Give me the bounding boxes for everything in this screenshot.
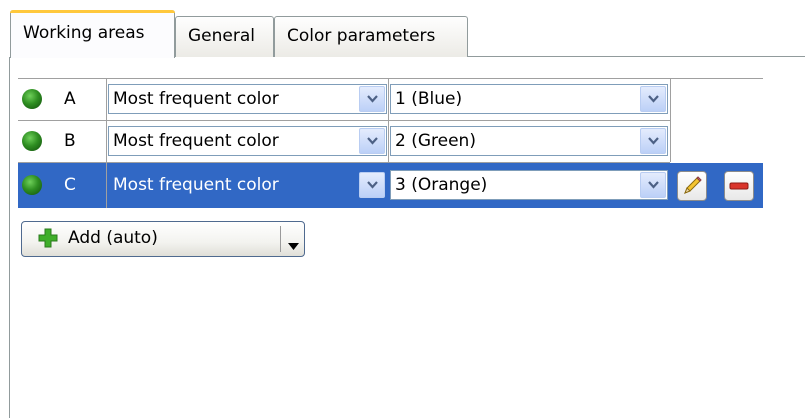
color-select[interactable]: 3 (Orange) [390,170,668,200]
chevron-down-icon[interactable] [640,86,666,112]
color-select-value: 1 (Blue) [395,89,463,109]
mode-select[interactable]: Most frequent color [108,126,387,156]
tab-label: General [188,26,255,46]
tab-working-areas[interactable]: Working areas [10,10,175,58]
mode-select-value: Most frequent color [113,131,279,151]
tab-color-parameters[interactable]: Color parameters [274,16,468,57]
area-row-b[interactable]: B Most frequent color 2 (Green) [18,121,763,162]
area-row-a[interactable]: A Most frequent color 1 (Blue) [18,79,763,120]
mode-select[interactable]: Most frequent color [108,170,387,200]
area-letter: B [64,131,76,151]
tab-label: Color parameters [287,26,436,46]
area-letter: A [64,89,76,109]
color-select-value: 3 (Orange) [395,175,488,195]
chevron-down-icon[interactable] [359,172,385,198]
area-letter: C [64,175,76,195]
chevron-down-icon[interactable] [359,128,385,154]
status-led-icon [22,175,42,195]
mode-select[interactable]: Most frequent color [108,84,387,114]
column-divider [388,79,389,162]
split-separator [280,226,281,252]
chevron-down-icon[interactable] [640,172,666,198]
area-label-cell: A [18,79,107,120]
mode-select-value: Most frequent color [113,171,279,199]
add-area-button[interactable]: Add (auto) [21,221,305,257]
color-select[interactable]: 2 (Green) [390,126,668,156]
area-row-c[interactable]: C Most frequent color 3 (Orange) [18,163,763,208]
chevron-down-icon[interactable] [359,86,385,112]
add-button-label: Add (auto) [68,228,158,248]
dropdown-arrow-icon[interactable] [288,235,299,255]
column-divider [670,79,671,162]
status-led-icon [22,89,42,109]
tab-label: Working areas [23,23,145,43]
area-label-cell: B [18,121,107,162]
area-label-cell: C [18,163,107,208]
color-select-value: 2 (Green) [395,131,476,151]
tab-general[interactable]: General [175,16,274,57]
panel-border [9,57,10,418]
plus-icon [38,228,58,253]
color-select[interactable]: 1 (Blue) [390,84,668,114]
chevron-down-icon[interactable] [640,128,666,154]
edit-area-button[interactable] [677,171,707,201]
status-led-icon [22,131,42,151]
mode-select-value: Most frequent color [113,89,279,109]
remove-area-button[interactable] [724,171,754,201]
tab-strip: Working areas General Color parameters [0,0,805,58]
